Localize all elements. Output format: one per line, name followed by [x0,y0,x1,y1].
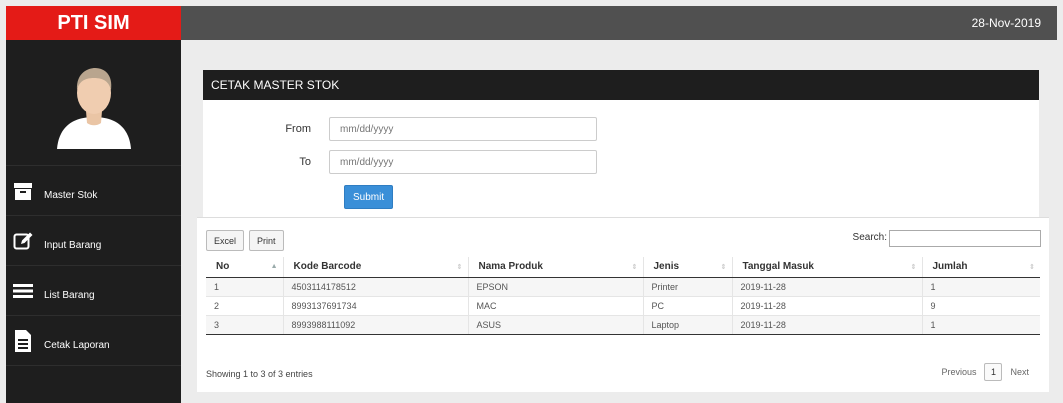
sidebar-item-input-barang[interactable]: Input Barang [6,216,181,266]
submit-button[interactable]: Submit [344,185,394,209]
column-header-kode-barcode[interactable]: Kode Barcode ⇕ [283,257,469,278]
stock-table-panel: Excel Print Search: No ▲ Kode Barcode ⇕ Na… [197,217,1049,392]
next-page-button[interactable]: Next [1002,367,1037,377]
table-cell: ASUS [468,315,644,335]
excel-button[interactable]: Excel [206,230,245,251]
to-label: To [299,156,311,168]
edit-pencil-icon [12,230,34,252]
table-cell: 9 [922,296,1040,316]
sidebar-item-label: Master Stok [44,190,98,201]
print-button[interactable]: Print [249,230,284,251]
table-cell: 3 [206,315,284,335]
list-bars-icon [12,280,34,302]
main-content: CETAK MASTER STOK From To Submit Excel P… [181,40,1057,403]
table-row: 2 8993137691734 MAC PC 2019-11-28 9 [206,296,1040,316]
table-row: 3 8993988111092 ASUS Laptop 2019-11-28 1 [206,315,1040,335]
top-bar: 28-Nov-2019 [181,6,1057,40]
sidebar-item-master-stok[interactable]: Master Stok [6,166,181,216]
sidebar-item-label: Cetak Laporan [44,340,110,351]
table-cell: 8993988111092 [283,315,469,335]
table-cell: 1 [922,315,1040,335]
column-header-nama-produk[interactable]: Nama Produk ⇕ [468,257,644,278]
sort-asc-icon: ▲ [270,263,278,270]
column-header-tanggal-masuk[interactable]: Tanggal Masuk ⇕ [732,257,923,278]
table-cell: 2019-11-28 [732,315,923,335]
previous-page-button[interactable]: Previous [933,367,984,377]
archive-box-icon [12,180,34,202]
table-cell: Laptop [643,315,733,335]
table-row: 1 4503114178512 EPSON Printer 2019-11-28… [206,277,1040,297]
table-cell: 1 [206,277,284,297]
user-avatar-icon [56,67,131,149]
brand-logo[interactable]: PTI SIM [6,6,181,40]
panel-title: CETAK MASTER STOK [203,70,1039,100]
table-cell: 2019-11-28 [732,296,923,316]
from-label: From [285,123,311,135]
table-cell: EPSON [468,277,644,297]
to-date-input[interactable] [329,150,597,174]
sidebar-item-list-barang[interactable]: List Barang [6,266,181,316]
document-icon [12,329,34,352]
search-input[interactable] [889,230,1041,247]
to-row: To [203,150,597,174]
pagination: Previous 1 Next [933,363,1037,381]
table-cell: PC [643,296,733,316]
column-header-jenis[interactable]: Jenis ⇕ [643,257,733,278]
column-header-no[interactable]: No ▲ [206,257,284,278]
sort-icon: ⇕ [456,264,463,271]
from-row: From [203,117,597,141]
page-button-current[interactable]: 1 [984,363,1003,381]
table-info: Showing 1 to 3 of 3 entries [206,369,313,379]
sidebar-item-cetak-laporan[interactable]: Cetak Laporan [6,316,181,366]
table-cell: Printer [643,277,733,297]
table-cell: 2019-11-28 [732,277,923,297]
column-header-jumlah[interactable]: Jumlah ⇕ [922,257,1040,278]
search-label: Search: [852,232,887,243]
stock-table: No ▲ Kode Barcode ⇕ Nama Produk ⇕ Jenis ⇕ Ta… [206,257,1040,335]
avatar [6,40,181,166]
sort-icon: ⇕ [910,264,917,271]
sidebar-item-label: Input Barang [44,240,102,251]
table-cell: 4503114178512 [283,277,469,297]
table-cell: 8993137691734 [283,296,469,316]
table-cell: 2 [206,296,284,316]
current-date: 28-Nov-2019 [971,16,1041,30]
sort-icon: ⇕ [631,264,638,271]
sidebar-item-label: List Barang [44,290,95,301]
sort-icon: ⇕ [720,264,727,271]
sort-icon: ⇕ [1029,264,1035,271]
table-header-row: No ▲ Kode Barcode ⇕ Nama Produk ⇕ Jenis ⇕ Ta… [206,257,1040,278]
sidebar: Master Stok Input Barang List Barang Cet… [6,40,181,403]
from-date-input[interactable] [329,117,597,141]
table-cell: 1 [922,277,1040,297]
table-cell: MAC [468,296,644,316]
